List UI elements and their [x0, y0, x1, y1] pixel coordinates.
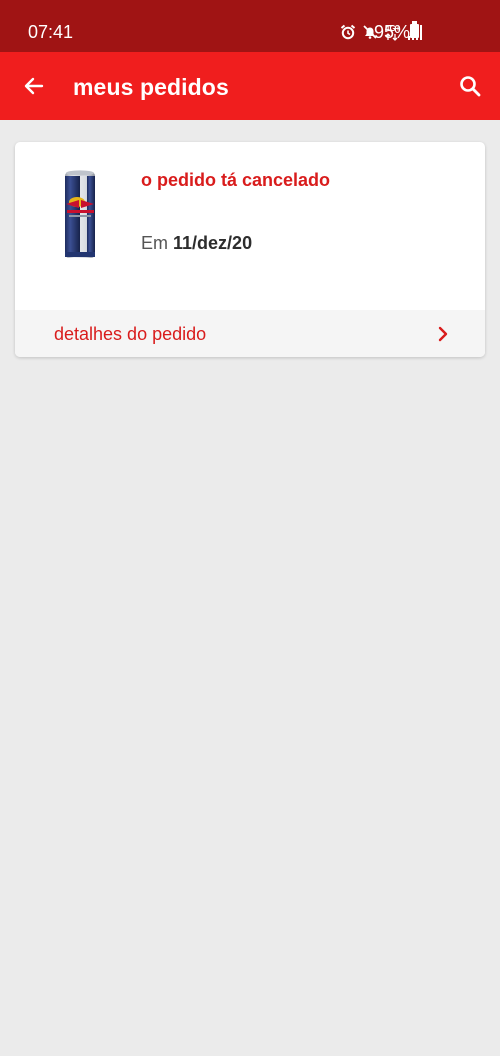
product-image	[65, 170, 95, 258]
order-status: o pedido tá cancelado	[141, 170, 331, 190]
alarm-icon	[340, 24, 356, 40]
battery-icon	[410, 21, 419, 38]
arrow-left-icon	[24, 77, 44, 95]
order-card[interactable]: o pedido tá cancelado Em 11/dez/20 detal…	[15, 142, 485, 357]
app-bar: meus pedidos	[0, 52, 500, 120]
order-date-prefix: Em	[141, 233, 168, 253]
search-button[interactable]	[450, 66, 490, 106]
status-time: 07:41	[28, 22, 74, 42]
chevron-right-icon	[438, 326, 448, 342]
back-button[interactable]	[14, 66, 54, 106]
order-date-value: 11/dez/20	[173, 233, 253, 253]
status-bar: 07:41 4G+ 95%	[0, 0, 500, 52]
order-details-link[interactable]: detalhes do pedido	[15, 310, 485, 357]
order-date: Em 11/dez/20	[141, 231, 252, 255]
search-icon	[460, 76, 481, 97]
page-title: meus pedidos	[73, 74, 229, 100]
order-details-label: detalhes do pedido	[54, 324, 207, 344]
battery-percentage: 95%	[374, 22, 411, 42]
